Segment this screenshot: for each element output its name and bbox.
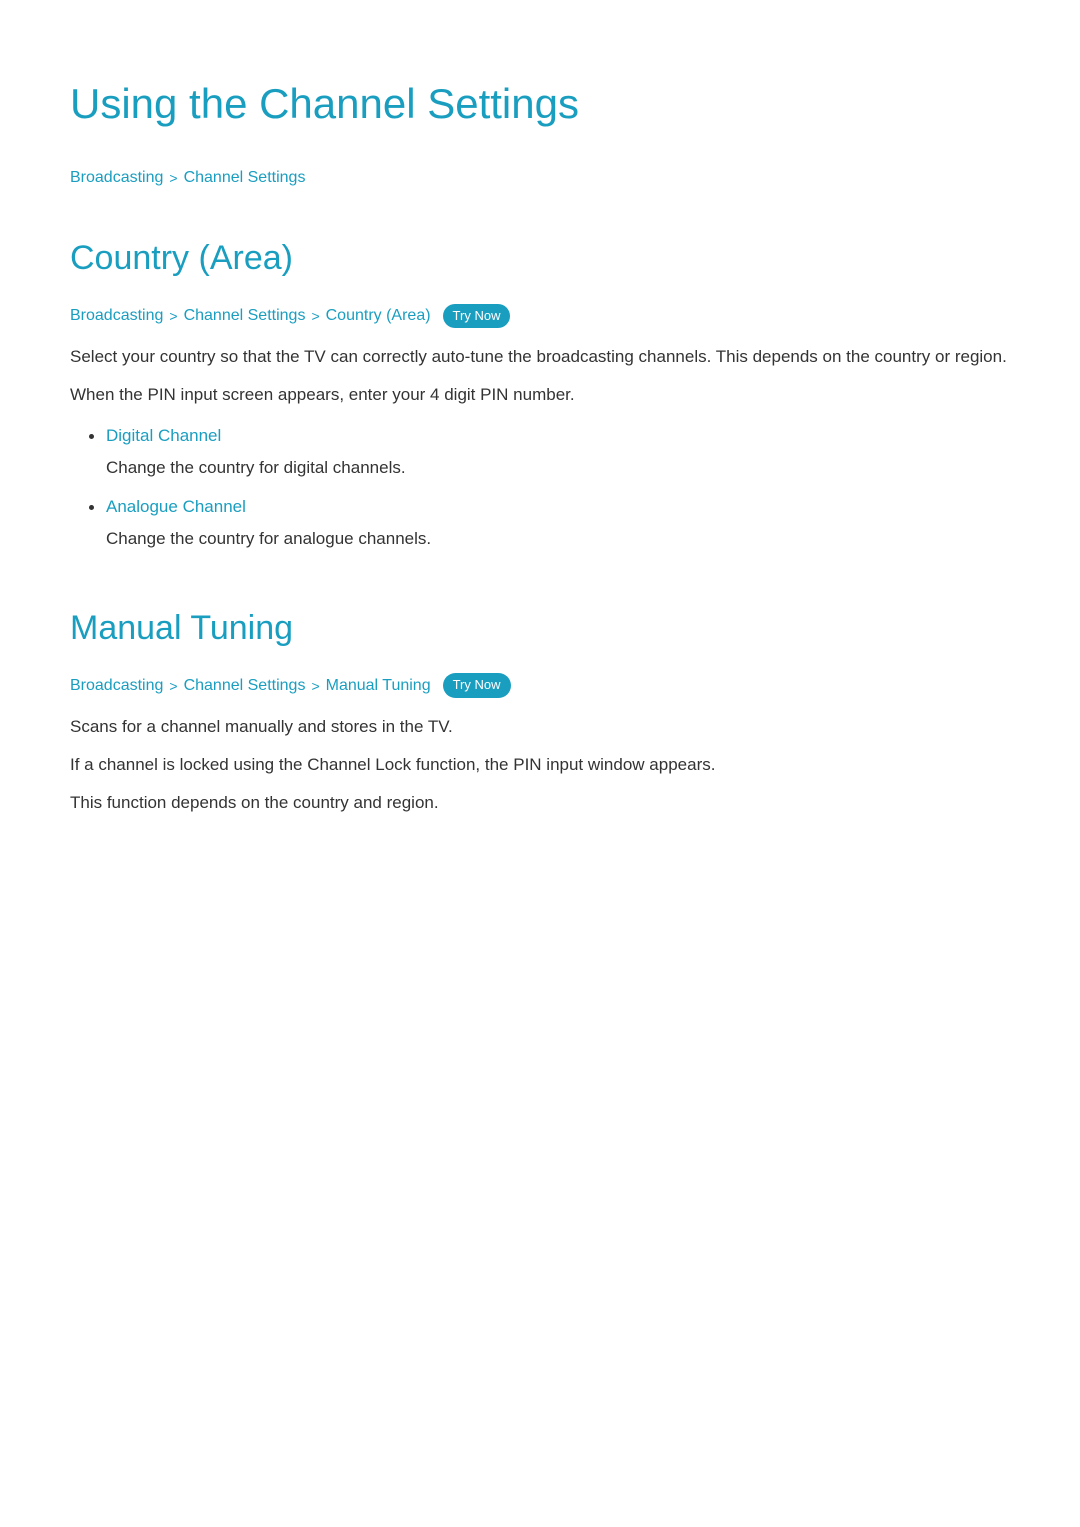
page-title: Using the Channel Settings	[70, 70, 1010, 137]
try-now-badge-manual[interactable]: Try Now	[443, 673, 511, 698]
manual-tuning-para2: If a channel is locked using the Channel…	[70, 751, 1010, 779]
section-manual-tuning: Manual Tuning Broadcasting > Channel Set…	[70, 601, 1010, 817]
country-area-bullet-list: Digital Channel Change the country for d…	[70, 421, 1010, 553]
breadcrumb-country-area: Broadcasting > Channel Settings > Countr…	[70, 303, 1010, 329]
analogue-channel-desc: Change the country for analogue channels…	[106, 525, 1010, 553]
breadcrumb-broadcasting[interactable]: Broadcasting	[70, 165, 163, 191]
digital-channel-desc: Change the country for digital channels.	[106, 454, 1010, 482]
breadcrumb-mt-sep1: >	[169, 675, 177, 697]
breadcrumb-ca-link1[interactable]: Broadcasting	[70, 303, 163, 329]
breadcrumb-ca-sep2: >	[311, 305, 319, 327]
breadcrumb-mt-link1[interactable]: Broadcasting	[70, 673, 163, 699]
breadcrumb-ca-link3[interactable]: Country (Area)	[326, 303, 431, 329]
bullet-digital-channel: Digital Channel Change the country for d…	[106, 421, 1010, 482]
digital-channel-link[interactable]: Digital Channel	[106, 426, 221, 445]
breadcrumb-ca-link2[interactable]: Channel Settings	[184, 303, 306, 329]
breadcrumb-top: Broadcasting > Channel Settings	[70, 165, 1010, 191]
section-country-area: Country (Area) Broadcasting > Channel Se…	[70, 231, 1010, 553]
breadcrumb-mt-sep2: >	[311, 675, 319, 697]
country-area-para2: When the PIN input screen appears, enter…	[70, 381, 1010, 409]
bullet-analogue-channel: Analogue Channel Change the country for …	[106, 492, 1010, 553]
try-now-badge-country[interactable]: Try Now	[443, 304, 511, 329]
analogue-channel-link[interactable]: Analogue Channel	[106, 497, 246, 516]
section-title-manual-tuning: Manual Tuning	[70, 601, 1010, 655]
breadcrumb-separator-1: >	[169, 167, 177, 189]
breadcrumb-manual-tuning: Broadcasting > Channel Settings > Manual…	[70, 673, 1010, 699]
breadcrumb-mt-link2[interactable]: Channel Settings	[184, 673, 306, 699]
section-title-country-area: Country (Area)	[70, 231, 1010, 285]
manual-tuning-para3: This function depends on the country and…	[70, 789, 1010, 817]
country-area-para1: Select your country so that the TV can c…	[70, 343, 1010, 371]
breadcrumb-mt-link3[interactable]: Manual Tuning	[326, 673, 431, 699]
breadcrumb-ca-sep1: >	[169, 305, 177, 327]
breadcrumb-channel-settings[interactable]: Channel Settings	[184, 165, 306, 191]
manual-tuning-para1: Scans for a channel manually and stores …	[70, 713, 1010, 741]
